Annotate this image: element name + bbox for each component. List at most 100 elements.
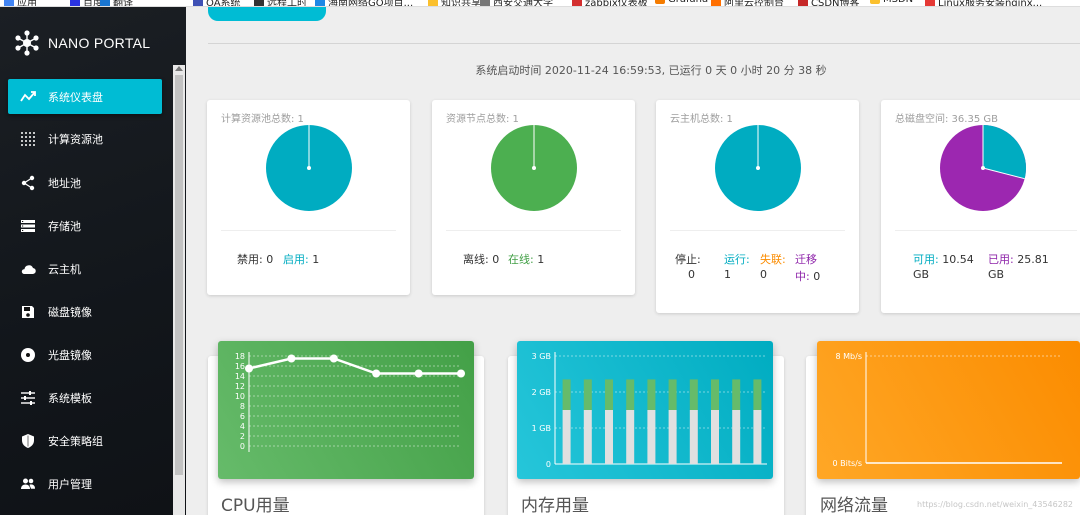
cpu-chart-title: CPU用量 [221, 496, 290, 515]
cloud-icon [20, 261, 36, 277]
sidebar-scrollbar[interactable] [173, 65, 185, 515]
sidebar-item-1[interactable]: 系统仪表盘 [8, 79, 162, 114]
y-tick-label: 10 [235, 392, 245, 401]
migrating-label: 迁移 [795, 253, 817, 266]
memory-bar-base [562, 410, 571, 464]
y-tick-label: 1 GB [532, 424, 551, 433]
bookmark-label: 海南网络GO项目... [328, 0, 414, 7]
sidebar-item-3[interactable]: 地址池 [8, 165, 162, 200]
sidebar-item-10[interactable]: 用户管理 [8, 466, 162, 501]
y-tick-label: 12 [235, 382, 245, 391]
bookmark-favicon-icon [572, 0, 582, 6]
resource-nodes-card: 资源节点总数: 1 离线: 0 在线: 1 [432, 100, 635, 295]
bookmark-item[interactable]: 西安交通大学 [480, 0, 553, 6]
sidebar-item-8[interactable]: 系统模板 [8, 380, 162, 415]
memory-bar-base [732, 410, 741, 464]
sidebar-item-label: 存储池 [48, 219, 81, 233]
memory-bar-top [562, 379, 571, 410]
sidebar-item-label: 地址池 [48, 176, 81, 190]
bookmark-item[interactable]: OA系统 [193, 0, 241, 7]
memory-chart[interactable]: 3 GB 2 GB 1 GB 0 [517, 341, 773, 479]
memory-bar-base [668, 410, 677, 464]
sidebar-item-6[interactable]: 磁盘镜像 [8, 294, 162, 329]
disk-pie-chart[interactable] [939, 124, 1027, 212]
y-tick-label: 3 GB [532, 352, 551, 361]
memory-bar-base [647, 410, 656, 464]
bookmark-item[interactable]: 应用 [4, 0, 37, 6]
y-tick-label: 6 [240, 412, 245, 421]
bookmark-item[interactable]: MSDN [870, 0, 913, 5]
sidebar-item-4[interactable]: 存储池 [8, 208, 162, 243]
divider [208, 43, 1080, 44]
bookmark-label: MSDN [883, 0, 913, 5]
memory-bar-base [689, 410, 698, 464]
bookmarks-bar: 应用 百度 翻译 OA系统 远程工时 海南网络GO项目... 知识共享 西安交通大学 zabbi… [0, 0, 1080, 7]
sidebar-item-7[interactable]: 光盘镜像 [8, 337, 162, 372]
stopped-value: 0 [688, 268, 695, 281]
y-tick-label: 2 [240, 432, 245, 441]
card-divider [670, 230, 845, 231]
sidebar-item-label: 计算资源池 [48, 132, 103, 146]
data-point [414, 369, 423, 378]
y-tick-label: 14 [235, 372, 245, 381]
y-tick-label: 0 [546, 460, 551, 469]
brand[interactable]: NANO PORTAL [14, 29, 150, 57]
bookmark-favicon-icon [798, 0, 808, 6]
bookmark-item[interactable]: 远程工时 [254, 0, 307, 6]
top-action-button[interactable] [208, 7, 326, 21]
memory-bar-base [605, 410, 613, 464]
bookmark-item[interactable]: zabbix仪表板 [572, 0, 648, 6]
card-title: 资源节点总数: 1 [446, 114, 519, 125]
bookmark-item[interactable]: CSDN博客 [798, 0, 860, 7]
memory-bar-base [753, 410, 762, 464]
bookmark-item[interactable]: 翻译 [100, 0, 133, 6]
lost-label: 失联: [760, 253, 786, 266]
bookmark-label: CSDN博客 [811, 0, 860, 7]
lost-value: 0 [760, 268, 767, 281]
bookmark-favicon-icon [4, 0, 14, 6]
scroll-up-arrow[interactable] [175, 66, 183, 71]
compute-pie-chart[interactable] [265, 124, 353, 212]
memory-bar-base [583, 410, 592, 464]
bookmark-item[interactable]: 海南网络GO项目... [315, 0, 414, 7]
cpu-chart-svg: 181614121086420 [235, 352, 465, 452]
nodes-pie-chart[interactable] [490, 124, 578, 212]
bookmark-favicon-icon [428, 0, 438, 6]
bookmark-label: 知识共享 [441, 0, 481, 7]
sidebar-item-9[interactable]: 安全策略组 [8, 423, 162, 458]
data-point [329, 354, 338, 363]
network-chart[interactable]: 8 Mb/s 0 Bits/s [817, 341, 1080, 479]
offline-stat: 离线: 0 [463, 253, 500, 266]
vms-pie-chart[interactable] [714, 124, 802, 212]
bookmark-item[interactable]: 知识共享 [428, 0, 481, 7]
memory-bar-top [689, 379, 698, 410]
y-tick-label: 0 Bits/s [832, 459, 862, 468]
card-title: 总磁盘空间: 36.35 GB [895, 114, 998, 125]
migrating-stat: 中: 0 [795, 270, 821, 283]
bookmark-favicon-icon [70, 0, 80, 6]
enabled-stat: 启用: 1 [283, 253, 320, 266]
bookmark-item[interactable]: 百度 [70, 0, 103, 6]
sidebar-item-5[interactable]: 云主机 [8, 251, 162, 286]
sidebar-item-label: 安全策略组 [48, 434, 103, 448]
y-tick-label: 2 GB [532, 388, 551, 397]
sidebar-item-label: 系统仪表盘 [48, 90, 103, 104]
sidebar-item-2[interactable]: 计算资源池 [8, 121, 162, 156]
memory-bar-base [626, 410, 635, 464]
memory-chart-svg: 3 GB 2 GB 1 GB 0 [532, 352, 767, 469]
memory-bar-top [605, 379, 613, 410]
memory-bar-top [753, 379, 762, 410]
y-tick-label: 18 [235, 352, 245, 361]
bookmark-item[interactable]: Grafana [655, 0, 708, 5]
bookmark-label: Linux服务安装nginx... [938, 0, 1043, 7]
scrollbar-thumb[interactable] [175, 75, 183, 475]
network-chart-title: 网络流量 [820, 496, 888, 515]
bookmark-favicon-icon [193, 0, 203, 6]
cpu-chart[interactable]: 18 16 14 12 10 8 6 4 2 0 [218, 341, 474, 479]
y-tick-label: 16 [235, 362, 245, 371]
y-tick-label: 8 [240, 402, 245, 411]
bookmark-item[interactable]: Linux服务安装nginx... [925, 0, 1043, 7]
bookmark-item[interactable]: 阿里云控制台 [711, 0, 784, 6]
memory-bar-top [647, 379, 656, 410]
bookmark-label: OA系统 [206, 0, 241, 7]
